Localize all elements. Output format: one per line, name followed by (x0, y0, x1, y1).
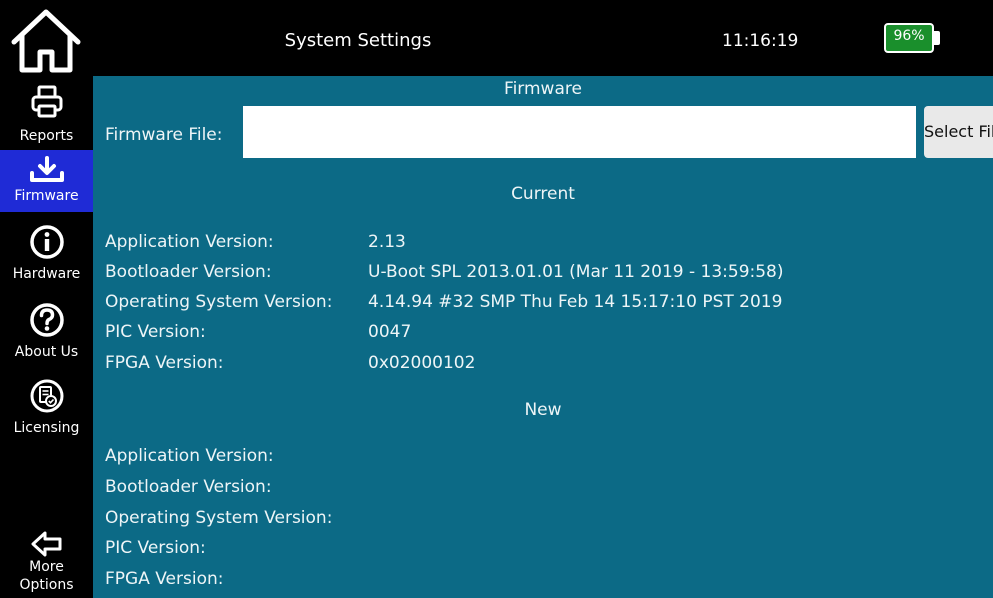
main-content: Firmware Firmware File: Select File Curr… (93, 76, 993, 598)
new-pic-label: PIC Version: (105, 538, 206, 558)
sidebar-item-label: Firmware (14, 188, 79, 204)
current-application-value: 2.13 (368, 232, 406, 252)
home-icon (11, 9, 81, 73)
section-title-current: Current (511, 184, 575, 204)
device-screen: System Settings 11:16:19 96% Reports Fir… (0, 0, 993, 598)
sidebar-item-licensing[interactable]: Licensing (0, 376, 93, 444)
new-os-label: Operating System Version: (105, 508, 333, 528)
back-arrow-icon (31, 531, 61, 557)
clock: 11:16:19 (722, 31, 799, 51)
info-icon (29, 225, 64, 259)
more-options-label: More (29, 559, 64, 575)
top-bar: System Settings 11:16:19 96% (0, 0, 993, 76)
current-application-label: Application Version: (105, 232, 274, 252)
sidebar: Reports Firmware Hardware About Us Licen… (0, 76, 93, 598)
sidebar-item-label: Hardware (12, 266, 81, 282)
sidebar-item-reports[interactable]: Reports (0, 80, 93, 146)
section-title-firmware: Firmware (504, 79, 582, 99)
sidebar-item-firmware[interactable]: Firmware (0, 150, 93, 212)
section-title-new: New (524, 400, 562, 420)
download-icon (29, 156, 64, 182)
select-file-label: Select File (924, 122, 993, 141)
firmware-file-input[interactable] (243, 106, 916, 158)
battery-indicator: 96% (884, 23, 940, 55)
home-button[interactable] (10, 8, 82, 74)
current-pic-label: PIC Version: (105, 322, 206, 342)
battery-percent: 96% (893, 28, 925, 44)
current-fpga-label: FPGA Version: (105, 353, 224, 373)
sidebar-item-label: About Us (14, 344, 79, 360)
page-title: System Settings (284, 30, 432, 51)
more-options-label-2: Options (19, 577, 74, 593)
select-file-button[interactable]: Select File (924, 106, 993, 158)
sidebar-item-hardware[interactable]: Hardware (0, 222, 93, 294)
current-bootloader-label: Bootloader Version: (105, 262, 272, 282)
sidebar-item-label: Licensing (13, 420, 80, 436)
new-application-label: Application Version: (105, 446, 274, 466)
printer-icon (31, 85, 62, 118)
license-icon (30, 379, 63, 413)
firmware-file-label: Firmware File: (105, 125, 223, 145)
new-bootloader-label: Bootloader Version: (105, 477, 272, 497)
current-bootloader-value: U-Boot SPL 2013.01.01 (Mar 11 2019 - 13:… (368, 262, 784, 282)
sidebar-item-label: Reports (19, 128, 74, 144)
current-fpga-value: 0x02000102 (368, 353, 476, 373)
more-options-button[interactable]: More Options (0, 524, 93, 598)
current-pic-value: 0047 (368, 322, 412, 342)
new-fpga-label: FPGA Version: (105, 569, 224, 589)
question-icon (29, 303, 64, 337)
current-os-value: 4.14.94 #32 SMP Thu Feb 14 15:17:10 PST … (368, 292, 783, 312)
sidebar-item-about-us[interactable]: About Us (0, 298, 93, 370)
current-os-label: Operating System Version: (105, 292, 333, 312)
